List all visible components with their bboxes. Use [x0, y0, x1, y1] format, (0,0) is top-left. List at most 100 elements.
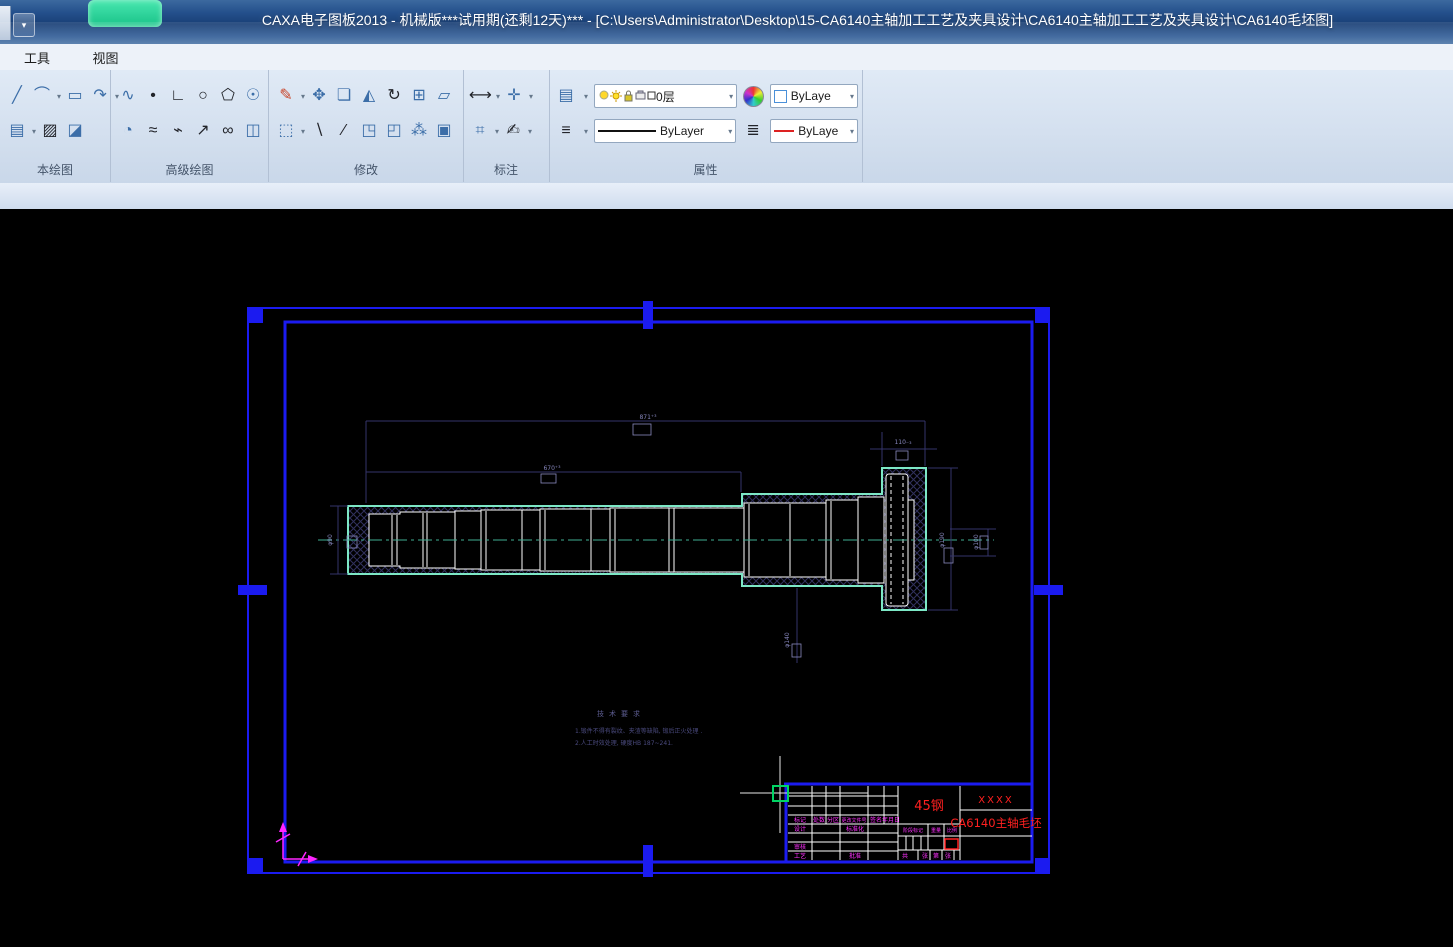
cad-drawing: 871⁺³ 670⁺³ 110₋₃ φ190 — [0, 209, 1453, 947]
break-line-icon[interactable]: ⌁ — [167, 118, 189, 144]
ellipse-icon[interactable]: ○ — [192, 83, 214, 109]
technical-notes: 技术要求 1.锻件不得有裂纹、夹渣等缺陷, 锻后正火处理 . 2.人工时效处理,… — [575, 709, 702, 747]
multiline-style-icon[interactable]: ≣ — [742, 118, 764, 144]
menu-item-tools[interactable]: 工具 — [14, 44, 60, 71]
chevron-down-icon[interactable]: ▾ — [584, 92, 588, 101]
dim-left-diameter: φ90 — [327, 534, 334, 546]
layer-panel-icon[interactable]: ▤ — [555, 83, 577, 109]
line-width-icon[interactable]: ≡ — [555, 118, 577, 144]
chamfer-icon[interactable]: ◳ — [358, 118, 380, 144]
linetype-select[interactable]: ByLayer ▾ — [594, 119, 736, 143]
drawing-canvas[interactable]: 871⁺³ 670⁺³ 110₋₃ φ190 — [0, 209, 1453, 947]
chevron-down-icon[interactable]: ▾ — [528, 127, 532, 136]
color-select[interactable]: ByLaye ▾ — [770, 84, 858, 108]
copy-icon[interactable]: ❏ — [333, 83, 355, 109]
stamp-icon[interactable]: ◪ — [64, 118, 86, 144]
rectangle-icon[interactable]: ▭ — [64, 83, 86, 109]
chevron-down-icon[interactable]: ▾ — [584, 127, 588, 136]
contour-icon[interactable]: ∞ — [217, 118, 239, 144]
wave-line-icon[interactable]: ≈ — [142, 118, 164, 144]
solid-icon[interactable]: ◫ — [242, 118, 264, 144]
svg-text:批准: 批准 — [849, 852, 861, 860]
point-icon[interactable]: • — [142, 83, 164, 109]
svg-text:共: 共 — [902, 852, 908, 860]
shaft-blank — [318, 468, 994, 610]
edit-dimension-icon[interactable]: ✍ — [502, 118, 524, 144]
chevron-down-icon[interactable]: ▾ — [57, 92, 61, 101]
chevron-down-icon[interactable]: ▾ — [32, 127, 36, 136]
menu-item-view[interactable]: 视图 — [82, 44, 128, 71]
chevron-down-icon[interactable]: ▾ — [850, 92, 854, 101]
notes-title: 技术要求 — [597, 709, 645, 718]
chevron-down-icon[interactable]: ▾ — [529, 92, 533, 101]
extend-icon[interactable]: ∕ — [333, 118, 355, 144]
svg-text:分区: 分区 — [827, 816, 839, 824]
background-window-fragment — [88, 0, 162, 27]
color-palette-button[interactable] — [743, 86, 764, 107]
lock-icon — [625, 91, 632, 101]
ucs-axes-icon — [276, 822, 318, 866]
curve-icon[interactable]: ∿ — [117, 83, 139, 109]
pie-icon[interactable]: ◔ — [117, 118, 139, 144]
caxa-window: ▾ CAXA电子图板2013 - 机械版***试用期(还剩12天)*** - [… — [0, 0, 1453, 947]
title-block-labels: 标记 处数 分区 更改文件号 签名 年月日 设计 标准化 审核 工艺 批准 阶段… — [794, 816, 957, 860]
chevron-down-icon[interactable]: ▾ — [496, 92, 500, 101]
tangent-circle-icon[interactable]: ☉ — [242, 83, 264, 109]
material-label: 45钢 — [914, 799, 944, 814]
svg-text:第: 第 — [933, 852, 939, 860]
line-icon[interactable]: ╱ — [6, 83, 28, 109]
svg-text:审核: 审核 — [794, 843, 806, 851]
linear-dimension-icon[interactable]: ⟷ — [469, 83, 492, 109]
formula-curve-icon[interactable]: ∟ — [167, 83, 189, 109]
quick-access-strip — [0, 6, 11, 40]
group-label-advanced-draw: 高级绘图 — [111, 161, 268, 178]
offset-icon[interactable]: ▣ — [433, 118, 455, 144]
rotate-icon[interactable]: ↻ — [383, 83, 405, 109]
arc-icon[interactable]: ⌒ — [31, 83, 53, 109]
menu-bar: 工具 视图 — [0, 44, 1453, 71]
color-value: ByLaye — [791, 89, 831, 103]
ribbon-toolbar: ╱ ⌒ ▾ ▭ ↷ ▾ ▤ ▾ ▨ ◪ 本绘图 ∿ • ∟ ○ ⬠ ☉ — [0, 70, 1453, 183]
svg-text:处数: 处数 — [813, 816, 825, 824]
title-bar: ▾ CAXA电子图板2013 - 机械版***试用期(还剩12天)*** - [… — [0, 0, 1453, 44]
corner-icon[interactable]: ◰ — [383, 118, 405, 144]
group-label-dimension: 标注 — [463, 161, 549, 178]
dim-total-length: 871⁺³ — [639, 414, 657, 421]
line-color-select[interactable]: ByLaye ▾ — [770, 119, 858, 143]
chevron-down-icon[interactable]: ▾ — [850, 127, 854, 136]
hatch-icon[interactable]: ▨ — [39, 118, 61, 144]
move-icon[interactable]: ✥ — [308, 83, 330, 109]
arrow-icon[interactable]: ↗ — [192, 118, 214, 144]
group-label-basic-draw: 本绘图 — [0, 161, 110, 178]
scale-icon[interactable]: ▱ — [433, 83, 455, 109]
spline-icon[interactable]: ↷ — [89, 83, 111, 109]
chevron-down-icon[interactable]: ▾ — [728, 127, 732, 136]
layer-value: 0层 — [656, 88, 675, 105]
array-icon[interactable]: ⊞ — [408, 83, 430, 109]
leader-icon[interactable]: ▤ — [6, 118, 28, 144]
chevron-down-icon[interactable]: ▾ — [495, 127, 499, 136]
linetype-sample-icon — [598, 130, 656, 132]
polygon-icon[interactable]: ⬠ — [217, 83, 239, 109]
quick-access-dropdown-button[interactable]: ▾ — [13, 13, 35, 37]
scale-highlight-box — [945, 839, 958, 849]
layer-color-swatch — [648, 92, 655, 99]
dim-mid-diameter: φ140 — [784, 632, 791, 648]
chevron-down-icon[interactable]: ▾ — [729, 92, 733, 101]
tolerance-dimension-icon[interactable]: ⌗ — [469, 118, 491, 144]
chevron-down-icon[interactable]: ▾ — [301, 92, 305, 101]
select-box-icon[interactable]: ⬚ — [275, 118, 297, 144]
bulb-icon — [600, 91, 608, 99]
erase-icon[interactable]: ✎ — [275, 83, 297, 109]
ribbon-group-basic-draw: ╱ ⌒▾ ▭ ↷▾ ▤▾ ▨ ◪ 本绘图 — [0, 70, 111, 182]
layer-select[interactable]: 0层 ▾ — [594, 84, 737, 108]
ribbon-group-properties: ▤ ▾ 0层 ▾ ByLaye ▾ — [549, 70, 863, 182]
explode-icon[interactable]: ⁂ — [408, 118, 430, 144]
chevron-down-icon[interactable]: ▾ — [301, 127, 305, 136]
coordinate-dimension-icon[interactable]: ✛ — [503, 83, 525, 109]
svg-text:更改文件号: 更改文件号 — [841, 817, 866, 824]
group-label-modify: 修改 — [269, 161, 463, 178]
line-color-value: ByLaye — [798, 124, 838, 138]
trim-icon[interactable]: ∖ — [308, 118, 330, 144]
mirror-icon[interactable]: ◭ — [358, 83, 380, 109]
